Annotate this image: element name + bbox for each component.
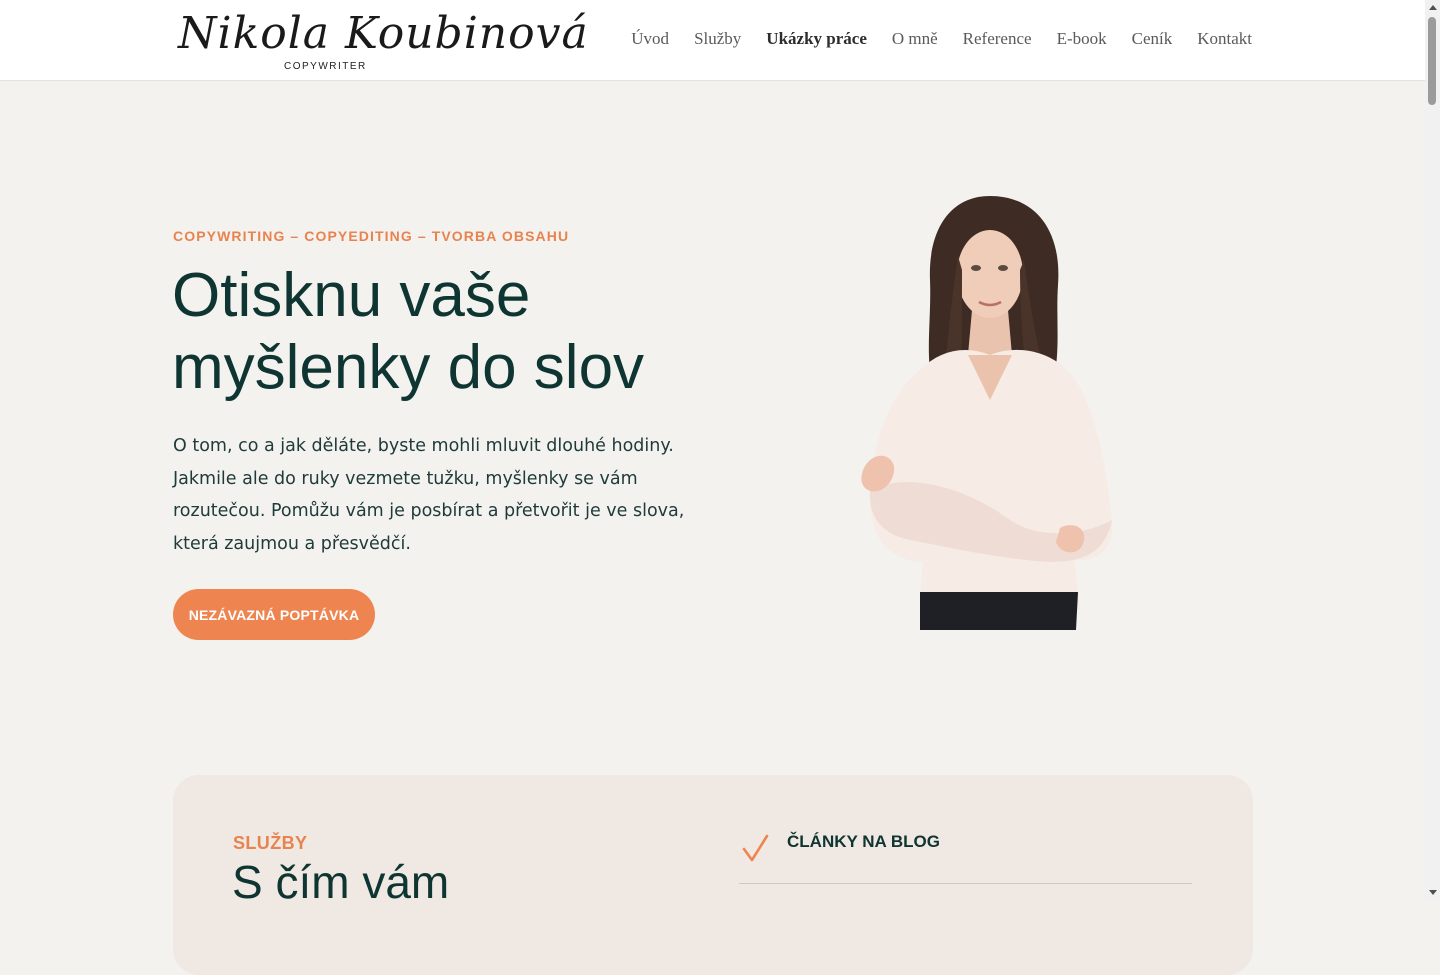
scroll-up-icon[interactable] — [1429, 5, 1437, 10]
nav-item-kontakt[interactable]: Kontakt — [1197, 29, 1252, 49]
logo[interactable]: Nikola Koubinová COPYWRITER — [178, 6, 588, 76]
portrait-eye-left — [971, 265, 981, 271]
hero-kicker: COPYWRITING – COPYEDITING – TVORBA OBSAH… — [173, 228, 570, 244]
nav-item-ukazky-prace[interactable]: Ukázky práce — [766, 29, 867, 49]
service-item-title: ČLÁNKY NA BLOG — [787, 832, 940, 851]
portrait-eye-right — [998, 265, 1008, 271]
portrait-photo — [861, 196, 1113, 630]
hero-lead: O tom, co a jak děláte, byste mohli mluv… — [173, 436, 685, 554]
page-scrollbar[interactable] — [1425, 0, 1440, 900]
portrait-jeans — [920, 592, 1078, 630]
portrait-hand-right — [1056, 525, 1085, 553]
logo-name: Nikola Koubinová — [178, 8, 589, 59]
check-icon — [742, 834, 769, 862]
scroll-down-icon[interactable] — [1429, 890, 1437, 895]
services-card: SLUŽBY S čím vám ČLÁNKY NA BLOG — [173, 775, 1253, 975]
inquiry-button[interactable]: NEZÁVAZNÁ POPTÁVKA — [173, 589, 375, 640]
services-heading: S čím vám — [232, 856, 450, 908]
service-divider — [739, 883, 1192, 884]
site-header: Nikola Koubinová COPYWRITER Úvod Služby … — [0, 0, 1425, 81]
services-label: SLUŽBY — [233, 833, 308, 853]
nav-item-sluzby[interactable]: Služby — [694, 29, 741, 49]
nav-item-cenik[interactable]: Ceník — [1132, 29, 1173, 49]
logo-subtitle: COPYWRITER — [284, 61, 367, 72]
main-nav: Úvod Služby Ukázky práce O mně Reference… — [631, 29, 1252, 49]
nav-item-e-book[interactable]: E-book — [1057, 29, 1107, 49]
scroll-thumb[interactable] — [1428, 17, 1436, 105]
nav-item-reference[interactable]: Reference — [963, 29, 1032, 49]
hero-headline: Otisknu vaše myšlenky do slov — [172, 261, 645, 402]
nav-item-uvod[interactable]: Úvod — [631, 29, 669, 49]
nav-item-o-mne[interactable]: O mně — [892, 29, 938, 49]
